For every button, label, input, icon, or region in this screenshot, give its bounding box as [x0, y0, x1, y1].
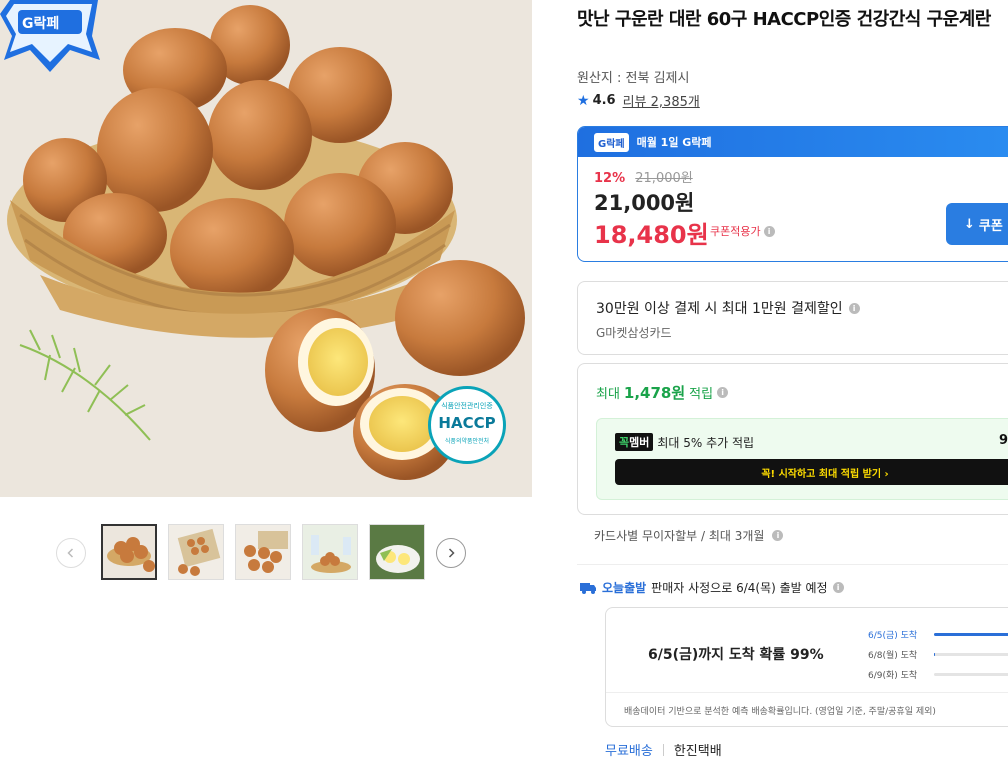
info-icon[interactable]: i — [763, 225, 775, 237]
probability-row: 6/8(월) 도착 — [868, 644, 1008, 664]
thumbnail-4[interactable] — [302, 524, 358, 580]
thumbnail-next-button[interactable] — [436, 538, 466, 568]
haccp-bottom-text: 식품의약품안전처 — [444, 438, 490, 445]
chevron-right-icon — [448, 548, 455, 558]
probability-fill — [934, 652, 935, 656]
point-title: 최대 1,478원 적립 i — [596, 382, 729, 403]
discount-rate: 12% — [594, 171, 626, 186]
thumbnail-prev-button[interactable] — [56, 538, 86, 568]
star-icon: ★ — [577, 92, 590, 109]
review-link[interactable]: 리뷰 2,385개 — [623, 91, 700, 110]
card-benefit-text: 30만원 이상 결제 시 최대 1만원 결제할인 — [596, 301, 843, 317]
membership-badge-a: 꼭 — [619, 436, 630, 449]
origin-text: 원산지 : 전북 김제시 — [577, 71, 690, 86]
point-amount: 1,478원 — [623, 384, 686, 402]
membership-start-button[interactable]: 꼭! 시작하고 최대 적립 받기 › — [615, 459, 1008, 485]
product-gallery: G락페 식품안전관리인증 HACCP 식품의약품안전처 — [0, 0, 532, 764]
probability-fill — [934, 632, 1008, 636]
point-suffix: 적립 — [689, 387, 714, 402]
ship-desc: 판매자 사정으로 6/4(목) 출발 예정 — [651, 581, 828, 595]
shipping-line: 오늘출발 판매자 사정으로 6/4(목) 출발 예정 i — [579, 579, 844, 596]
divider — [577, 564, 1008, 565]
original-price: 21,000원 — [635, 171, 693, 186]
probability-bar — [934, 672, 1008, 676]
promo-badge: G락페 — [594, 132, 629, 152]
festival-logo-text: G락페 — [22, 16, 60, 32]
chevron-left-icon — [67, 548, 74, 558]
haccp-text: HACCP — [438, 414, 496, 432]
membership-text: 최대 5% 추가 적립 — [657, 435, 755, 450]
card-name: G마켓삼성카드 — [596, 326, 672, 340]
probability-label: 6/9(화) 도착 — [868, 670, 918, 681]
haccp-badge: 식품안전관리인증 HACCP 식품의약품안전처 — [428, 386, 506, 464]
info-icon[interactable]: i — [848, 302, 860, 314]
thumbnail-5[interactable] — [369, 524, 425, 580]
product-info-panel: 맛난 구운란 대란 60구 HACCP인증 건강간식 구운계란 원산지 : 전북… — [561, 0, 1008, 764]
product-main-image[interactable]: G락페 식품안전관리인증 HACCP 식품의약품안전처 — [0, 0, 532, 497]
coupon-price: 18,480원 — [594, 221, 709, 249]
point-prefix: 최대 — [596, 387, 620, 402]
thumbnail-3[interactable] — [235, 524, 291, 580]
promo-label: 매월 1일 G락페 — [636, 136, 712, 149]
coupon-note-text: 쿠폰적용가 — [710, 225, 761, 238]
thumbnail-strip — [56, 524, 468, 582]
divider — [662, 743, 664, 756]
coupon-button-label: 쿠폰 — [978, 218, 1003, 234]
coupon-download-button[interactable]: ↓ 쿠폰 — [946, 203, 1008, 245]
divider — [606, 692, 1008, 693]
info-icon[interactable]: i — [772, 530, 784, 541]
installment-text: 카드사별 무이자할부 / 최대 3개월 — [594, 529, 765, 543]
today-ship-label: 오늘출발 — [602, 581, 647, 595]
point-box: 최대 1,478원 적립 i 꼭멤버 최대 5% 추가 적립 9 꼭! 시작하고… — [577, 363, 1008, 515]
free-shipping-label: 무료배송 — [605, 744, 653, 759]
membership-badge: 꼭멤버 — [615, 433, 654, 451]
info-icon[interactable]: i — [717, 387, 729, 398]
membership-box: 꼭멤버 최대 5% 추가 적립 9 꼭! 시작하고 최대 적립 받기 › — [596, 418, 1008, 500]
thumbnail-2[interactable] — [168, 524, 224, 580]
installment-row: 카드사별 무이자할부 / 최대 3개월 i — [594, 527, 784, 544]
card-benefit-title: 30만원 이상 결제 시 최대 1만원 결제할인 i — [596, 298, 860, 318]
product-title: 맛난 구운란 대란 60구 HACCP인증 건강간식 구운계란 — [577, 9, 991, 30]
download-icon: ↓ — [964, 216, 975, 232]
membership-badge-b: 멤버 — [629, 436, 650, 449]
info-icon[interactable]: i — [832, 582, 844, 593]
delivery-probability-box: 6/5(금)까지 도착 확률 99% 6/5(금) 도착 6/8(월) 도착 6… — [605, 607, 1008, 727]
promo-header: G락페 매월 1일 G락페 — [578, 127, 1008, 157]
thumbnail-1[interactable] — [101, 524, 157, 580]
probability-list: 6/5(금) 도착 6/8(월) 도착 6/9(화) 도착 — [868, 624, 1008, 684]
price-box: G락페 매월 1일 G락페 12% 21,000원 21,000원 18,480… — [577, 126, 1008, 262]
delivery-main-text: 6/5(금)까지 도착 확률 99% — [648, 647, 824, 663]
probability-label: 6/5(금) 도착 — [868, 630, 918, 641]
probability-label: 6/8(월) 도착 — [868, 650, 918, 661]
sale-price: 21,000원 — [594, 191, 695, 215]
haccp-top-text: 식품안전관리인증 — [441, 402, 493, 410]
card-benefit-box: 30만원 이상 결제 시 최대 1만원 결제할인 i G마켓삼성카드 — [577, 281, 1008, 355]
courier-name: 한진택배 — [673, 744, 722, 759]
coupon-note: 쿠폰적용가 i — [710, 223, 775, 239]
delivery-note: 배송데이터 기반으로 분석한 예측 배송확률입니다. (영업일 기준, 주말/공… — [624, 707, 936, 717]
probability-bar — [934, 652, 1008, 656]
probability-bar — [934, 632, 1008, 636]
festival-logo: G락페 — [0, 0, 100, 72]
rating-row: ★ 4.6 리뷰 2,385개 — [577, 91, 700, 111]
rating-score: 4.6 — [592, 93, 616, 108]
delivery-info-row: 무료배송 한진택배 — [605, 740, 722, 759]
membership-right-value: 9 — [999, 433, 1008, 448]
discount-row: 12% 21,000원 — [594, 167, 693, 186]
truck-icon — [580, 582, 596, 594]
membership-line: 꼭멤버 최대 5% 추가 적립 — [615, 433, 754, 451]
probability-row: 6/9(화) 도착 — [868, 664, 1008, 684]
probability-row: 6/5(금) 도착 — [868, 624, 1008, 644]
